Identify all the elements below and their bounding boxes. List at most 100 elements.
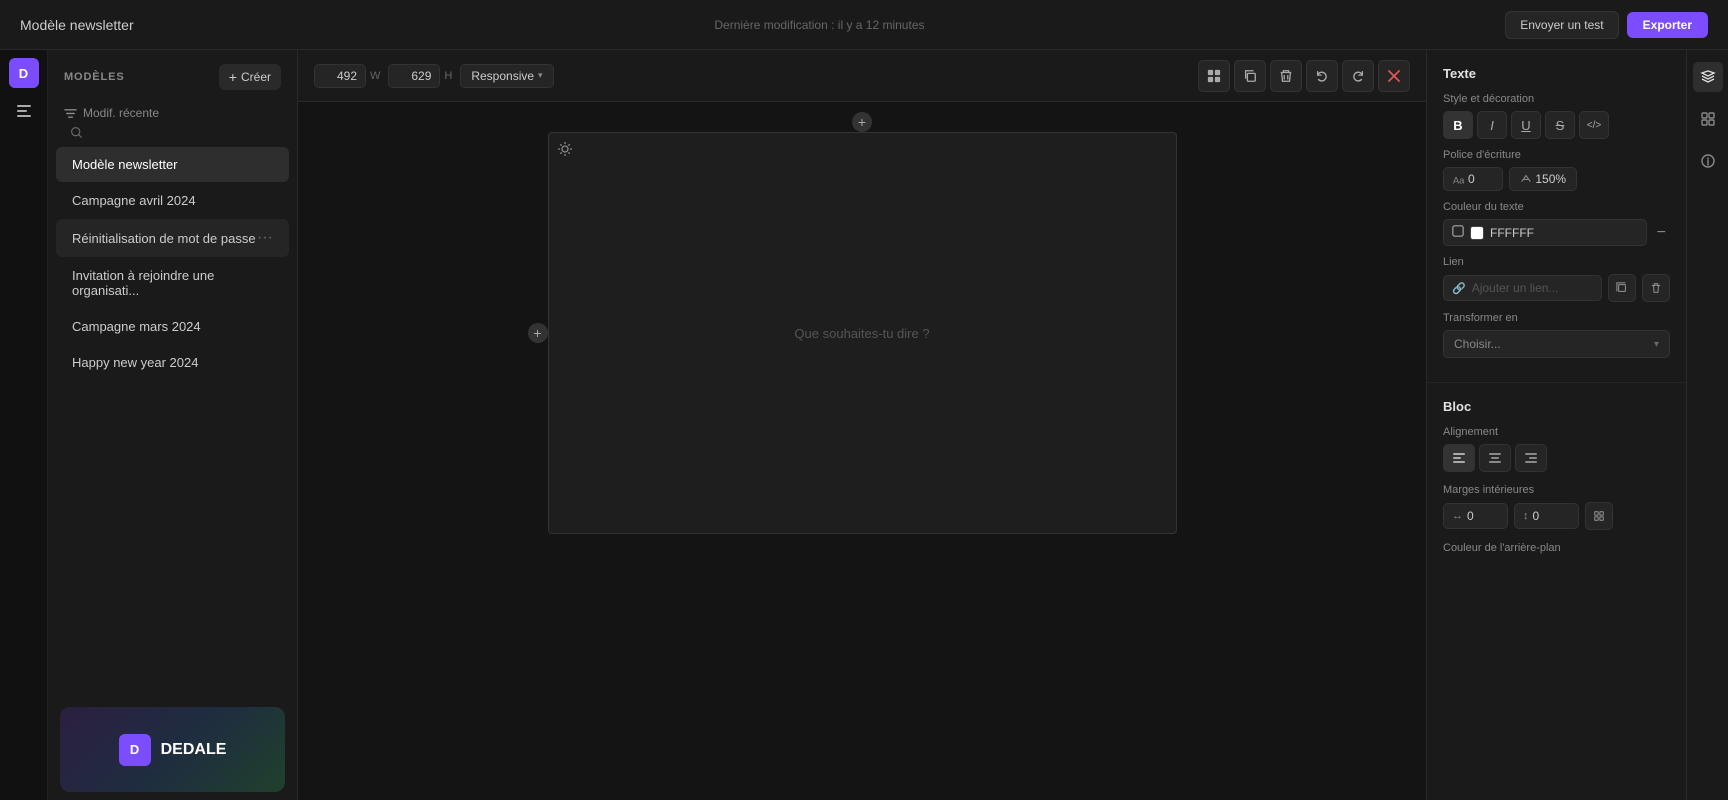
sidebar-item-reinitialisation[interactable]: Réinitialisation de mot de passe ···	[56, 219, 289, 257]
underline-button[interactable]: U	[1511, 111, 1541, 139]
export-button[interactable]: Exporter	[1627, 12, 1708, 38]
link-placeholder: Ajouter un lien...	[1472, 281, 1559, 295]
preview-card: D DEDALE	[60, 707, 285, 792]
align-left-button[interactable]	[1443, 444, 1475, 472]
h-margin-icon: ↔	[1452, 510, 1463, 522]
email-canvas[interactable]: Que souhaites-tu dire ?	[548, 132, 1177, 534]
transform-row: Choisir... ▾	[1443, 330, 1670, 358]
left-icon-rail: D	[0, 50, 48, 800]
search-container	[48, 126, 297, 142]
code-button[interactable]: </>	[1579, 111, 1609, 139]
width-group: W	[314, 64, 380, 88]
link-margins-button[interactable]	[1585, 502, 1613, 530]
sidebar: MODÈLES + Créer Modif. récente	[48, 50, 298, 800]
blocks-icon-button[interactable]	[1693, 104, 1723, 134]
sidebar-item-modele-newsletter[interactable]: Modèle newsletter	[56, 147, 289, 182]
canvas-area[interactable]: + + Que souhaites-tu dire ?	[298, 102, 1426, 800]
canvas-wrapper: + + Que souhaites-tu dire ?	[548, 132, 1177, 534]
height-input[interactable]	[388, 64, 440, 88]
center-area: W H Responsive ▾	[298, 50, 1426, 800]
height-label: H	[444, 70, 452, 82]
font-label: Police d'écriture	[1443, 149, 1670, 161]
link-label: Lien	[1443, 256, 1670, 268]
color-picker-icon	[1452, 225, 1464, 240]
editor-header: Modèle newsletter Dernière modification …	[0, 0, 1728, 50]
link-row: 🔗 Ajouter un lien...	[1443, 274, 1670, 302]
bloc-section: Bloc Alignement	[1427, 383, 1686, 576]
sidebar-item-happy-new-year[interactable]: Happy new year 2024	[56, 345, 289, 380]
transform-select[interactable]: Choisir... ▾	[1443, 330, 1670, 358]
item-dots[interactable]: ···	[257, 229, 273, 247]
sidebar-section-title: MODÈLES	[64, 71, 125, 83]
sort-icon	[64, 107, 77, 120]
bold-button[interactable]: B	[1443, 111, 1473, 139]
view-mode-button[interactable]	[1198, 60, 1230, 92]
sidebar-item-campagne-avril[interactable]: Campagne avril 2024	[56, 183, 289, 218]
font-size-input[interactable]: Aa 0	[1443, 167, 1503, 191]
sidebar-item-campagne-mars[interactable]: Campagne mars 2024	[56, 309, 289, 344]
link-input[interactable]: 🔗 Ajouter un lien...	[1443, 275, 1602, 301]
margins-label: Marges intérieures	[1443, 484, 1670, 496]
canvas-settings-icon[interactable]	[557, 141, 573, 160]
delete-link-button[interactable]	[1642, 274, 1670, 302]
height-group: H	[388, 64, 452, 88]
sort-label: Modif. récente	[83, 106, 159, 120]
editor-actions: Envoyer un test Exporter	[1505, 11, 1708, 39]
close-button[interactable]	[1378, 60, 1410, 92]
far-right-rail	[1686, 50, 1728, 800]
delete-button[interactable]	[1270, 60, 1302, 92]
strikethrough-button[interactable]: S	[1545, 111, 1575, 139]
text-section-title: Texte	[1443, 66, 1670, 81]
color-value: FFFFFF	[1490, 226, 1534, 240]
preview-card-container: D DEDALE	[48, 695, 297, 800]
color-label: Couleur du texte	[1443, 201, 1670, 213]
send-test-button[interactable]: Envoyer un test	[1505, 11, 1618, 39]
vertical-margin-input[interactable]: ↕ 0	[1514, 503, 1579, 529]
width-label: W	[370, 70, 380, 82]
preview-org-name: DEDALE	[161, 741, 227, 759]
search-icon	[70, 126, 83, 142]
add-block-left-button[interactable]: +	[528, 323, 548, 343]
create-button[interactable]: + Créer	[219, 64, 281, 90]
color-swatch	[1470, 226, 1484, 240]
color-row: FFFFFF −	[1443, 219, 1670, 246]
editor-toolbar: W H Responsive ▾	[298, 50, 1426, 102]
main-layout: D MODÈLES + Créer Modif. récente	[0, 50, 1728, 800]
copy-link-button[interactable]	[1608, 274, 1636, 302]
sort-row[interactable]: Modif. récente	[48, 100, 297, 126]
toolbar-icons	[1198, 60, 1410, 92]
margins-row: ↔ 0 ↕ 0	[1443, 502, 1670, 530]
templates-list: Modèle newsletter Campagne avril 2024 Ré…	[48, 142, 297, 695]
color-input[interactable]: FFFFFF	[1443, 219, 1647, 246]
right-panel: Texte Style et décoration B I U S </> Po…	[1426, 50, 1686, 800]
alignment-label: Alignement	[1443, 426, 1670, 438]
horizontal-margin-input[interactable]: ↔ 0	[1443, 503, 1508, 529]
last-modified: Dernière modification : il y a 12 minute…	[714, 18, 924, 32]
font-scale-input[interactable]: 150%	[1509, 167, 1577, 191]
editor-title: Modèle newsletter	[20, 17, 134, 33]
copy-button[interactable]	[1234, 60, 1266, 92]
add-block-top-button[interactable]: +	[852, 112, 872, 132]
bg-color-label: Couleur de l'arrière-plan	[1443, 542, 1670, 554]
info-icon-button[interactable]	[1693, 146, 1723, 176]
link-icon: 🔗	[1452, 282, 1466, 295]
sidebar-toggle-icon[interactable]	[9, 96, 39, 126]
layers-icon-button[interactable]	[1693, 62, 1723, 92]
sidebar-item-invitation[interactable]: Invitation à rejoindre une organisati...	[56, 258, 289, 308]
bloc-section-title: Bloc	[1443, 399, 1670, 414]
remove-color-button[interactable]: −	[1653, 224, 1670, 242]
workspace-avatar[interactable]: D	[9, 58, 39, 88]
responsive-button[interactable]: Responsive ▾	[460, 64, 553, 88]
style-buttons-row: B I U S </>	[1443, 111, 1670, 139]
text-section: Texte Style et décoration B I U S </> Po…	[1427, 50, 1686, 383]
font-size-icon: Aa	[1452, 173, 1464, 185]
canvas-placeholder[interactable]: Que souhaites-tu dire ?	[549, 133, 1176, 533]
align-right-button[interactable]	[1515, 444, 1547, 472]
undo-button[interactable]	[1306, 60, 1338, 92]
width-input[interactable]	[314, 64, 366, 88]
preview-logo: D	[119, 734, 151, 766]
sidebar-header: MODÈLES + Créer	[48, 50, 297, 100]
italic-button[interactable]: I	[1477, 111, 1507, 139]
redo-button[interactable]	[1342, 60, 1374, 92]
align-center-button[interactable]	[1479, 444, 1511, 472]
